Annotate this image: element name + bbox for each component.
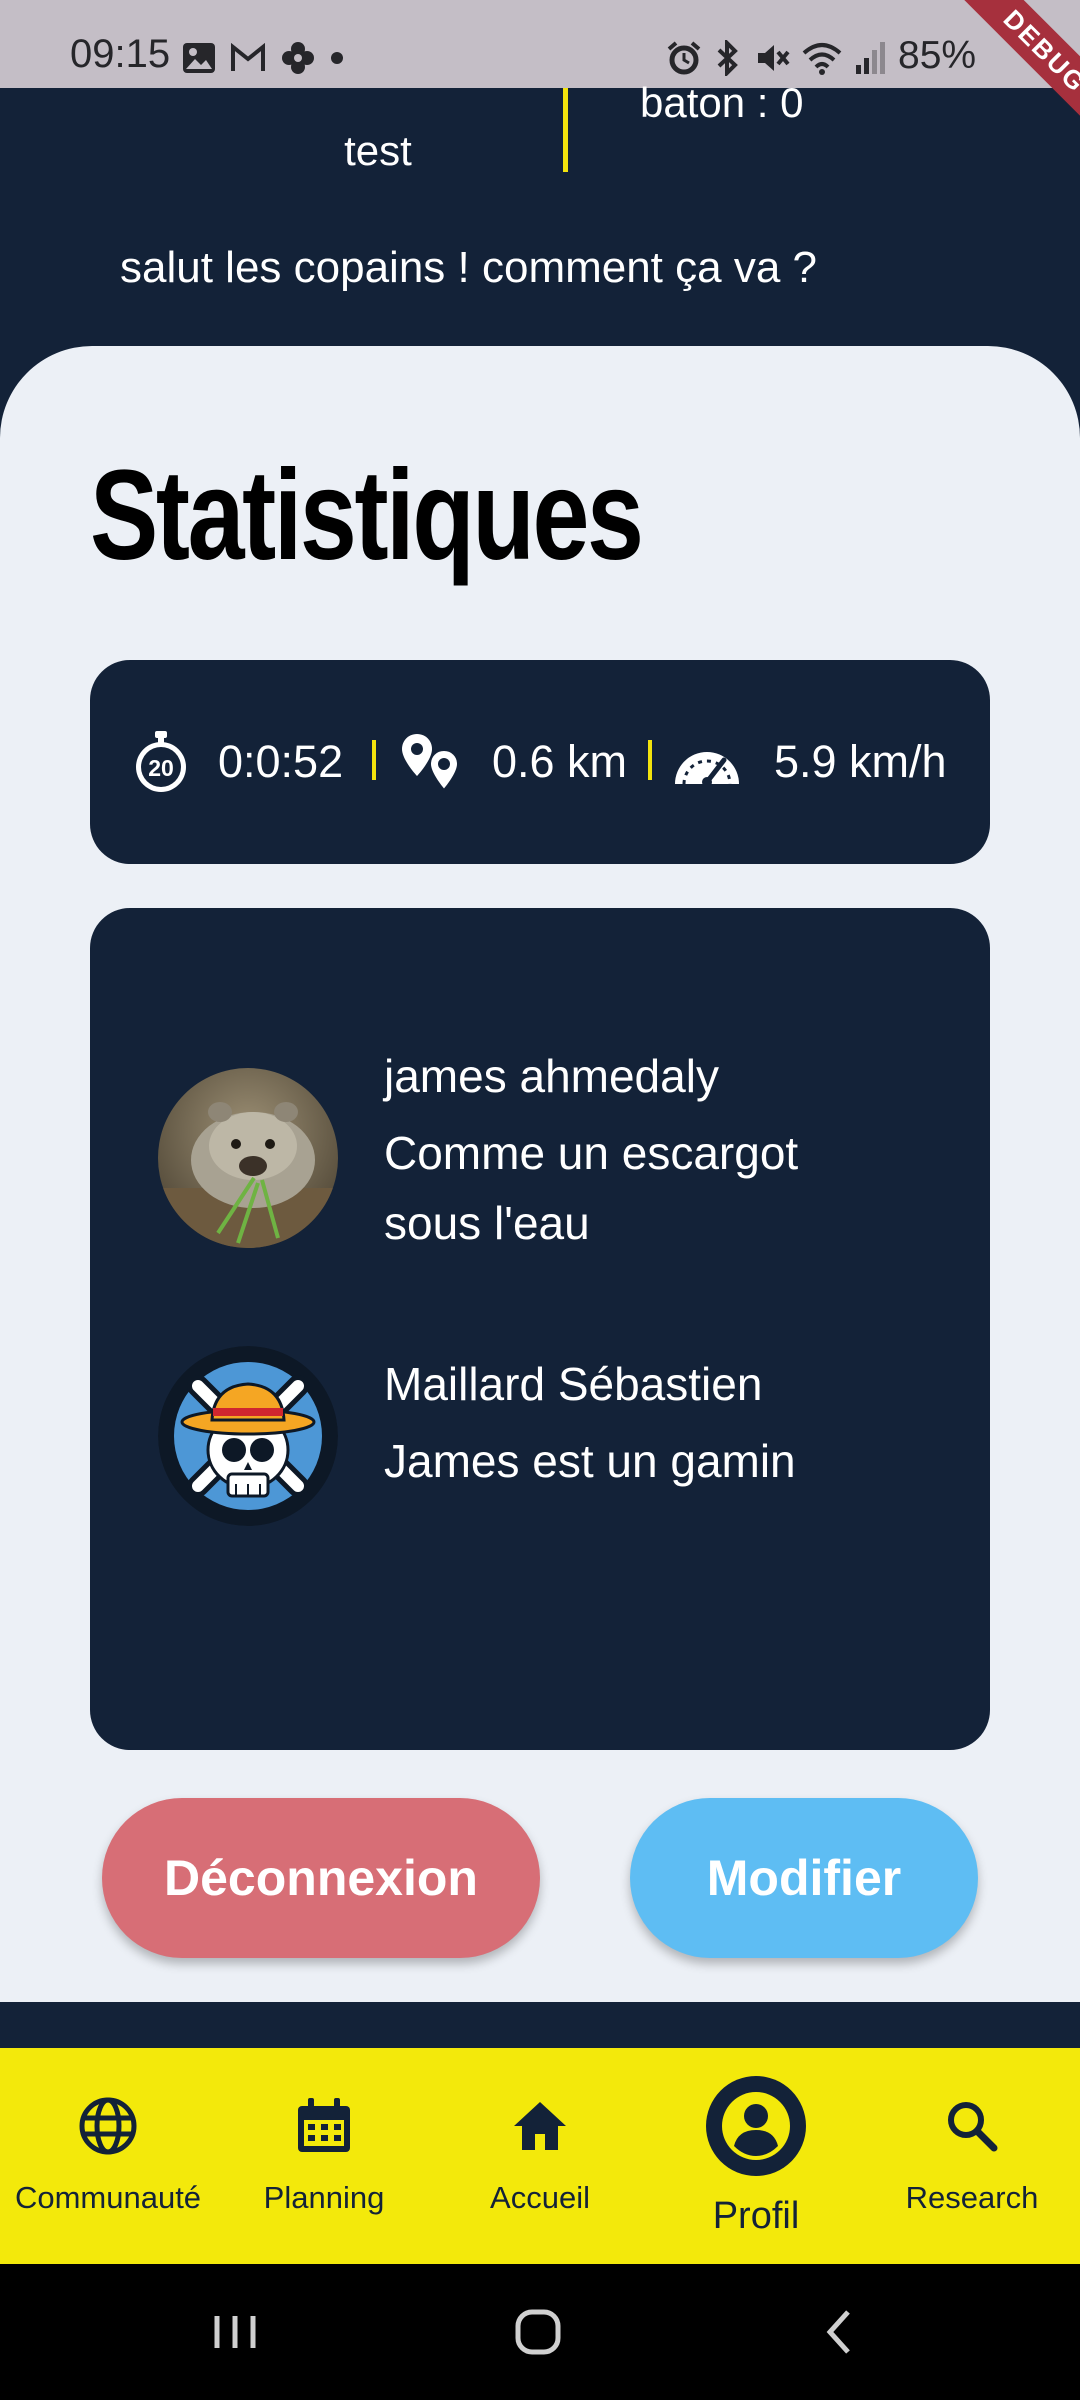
bluetooth-icon [717, 40, 738, 76]
recent-apps-icon[interactable] [195, 2292, 275, 2372]
stopwatch-icon: 20 [136, 731, 186, 792]
stat-distance-value: 0.6 km [492, 736, 628, 787]
stat-speed-value: 5.9 km/h [774, 736, 947, 787]
profile-baton-count: baton : 0 [640, 79, 804, 126]
edit-profile-button[interactable]: Modifier [630, 1798, 978, 1958]
map-pins-icon [402, 734, 460, 792]
svg-text:20: 20 [148, 755, 174, 781]
nav-item-communaute[interactable]: Communauté [0, 2048, 216, 2264]
comment-text: James est un gamin [384, 1435, 796, 1487]
stat-distance: 0.6 km [400, 660, 627, 864]
stat-duration: 20 0:0:52 [132, 660, 343, 864]
profile-card: Statistiques 20 0:0:52 0.6 km 5.9 km/h j… [0, 346, 1080, 2002]
stat-speed: 5.9 km/h [672, 660, 947, 864]
wifi-icon [802, 43, 842, 75]
stats-title: Statistiques [90, 444, 644, 587]
nav-label: Research [905, 2180, 1039, 2215]
search-icon [948, 2102, 998, 2152]
system-navigation-bar [0, 2264, 1080, 2400]
stat-duration-value: 0:0:52 [218, 736, 344, 787]
nav-item-accueil[interactable]: Accueil [432, 2048, 648, 2264]
nav-label: Communauté [14, 2180, 202, 2215]
person-icon [722, 2092, 790, 2160]
comment-author: james ahmedaly [384, 1050, 719, 1102]
flower-icon [282, 42, 314, 74]
signal-icon [856, 42, 885, 74]
stat-separator [648, 740, 652, 780]
nav-label: Accueil [490, 2180, 590, 2215]
profile-name: test [344, 127, 412, 174]
status-bar: 09:15 85% DEBUG [0, 0, 1080, 151]
nav-item-planning[interactable]: Planning [216, 2048, 432, 2264]
system-icons [666, 40, 886, 76]
stats-summary: 20 0:0:52 0.6 km 5.9 km/h [90, 660, 990, 864]
notification-icons [182, 40, 344, 76]
comment-text: Comme un escargot sous l'eau [384, 1127, 799, 1249]
speedometer-icon [675, 752, 739, 786]
gmail-icon [231, 43, 265, 71]
comment-author: Maillard Sébastien [384, 1358, 763, 1410]
gallery-icon [183, 43, 215, 73]
mute-icon [758, 45, 790, 71]
dot-icon [331, 52, 343, 64]
battery-level: 85% [898, 34, 977, 77]
home-icon [514, 2102, 566, 2150]
nav-label: Profil [712, 2195, 800, 2237]
avatar-jolly-roger [158, 1346, 338, 1526]
home-button-icon[interactable] [498, 2292, 578, 2372]
logout-button[interactable]: Déconnexion [102, 1798, 540, 1958]
nav-item-research[interactable]: Research [864, 2048, 1080, 2264]
calendar-icon [298, 2098, 350, 2152]
avatar-wombat [158, 1068, 338, 1248]
status-time: 09:15 [70, 32, 171, 76]
bottom-navigation: Communauté Planning Accueil Profil Resea… [0, 2048, 1080, 2264]
globe-icon [79, 2097, 137, 2155]
nav-item-profil[interactable]: Profil [648, 2048, 864, 2264]
profile-bio: salut les copains ! comment ça va ? [120, 243, 817, 292]
nav-label: Planning [263, 2180, 385, 2215]
back-icon[interactable] [800, 2292, 880, 2372]
comments-list: james ahmedaly Comme un escargot sous l'… [90, 908, 990, 1750]
alarm-icon [667, 41, 701, 75]
stat-separator [372, 740, 376, 780]
